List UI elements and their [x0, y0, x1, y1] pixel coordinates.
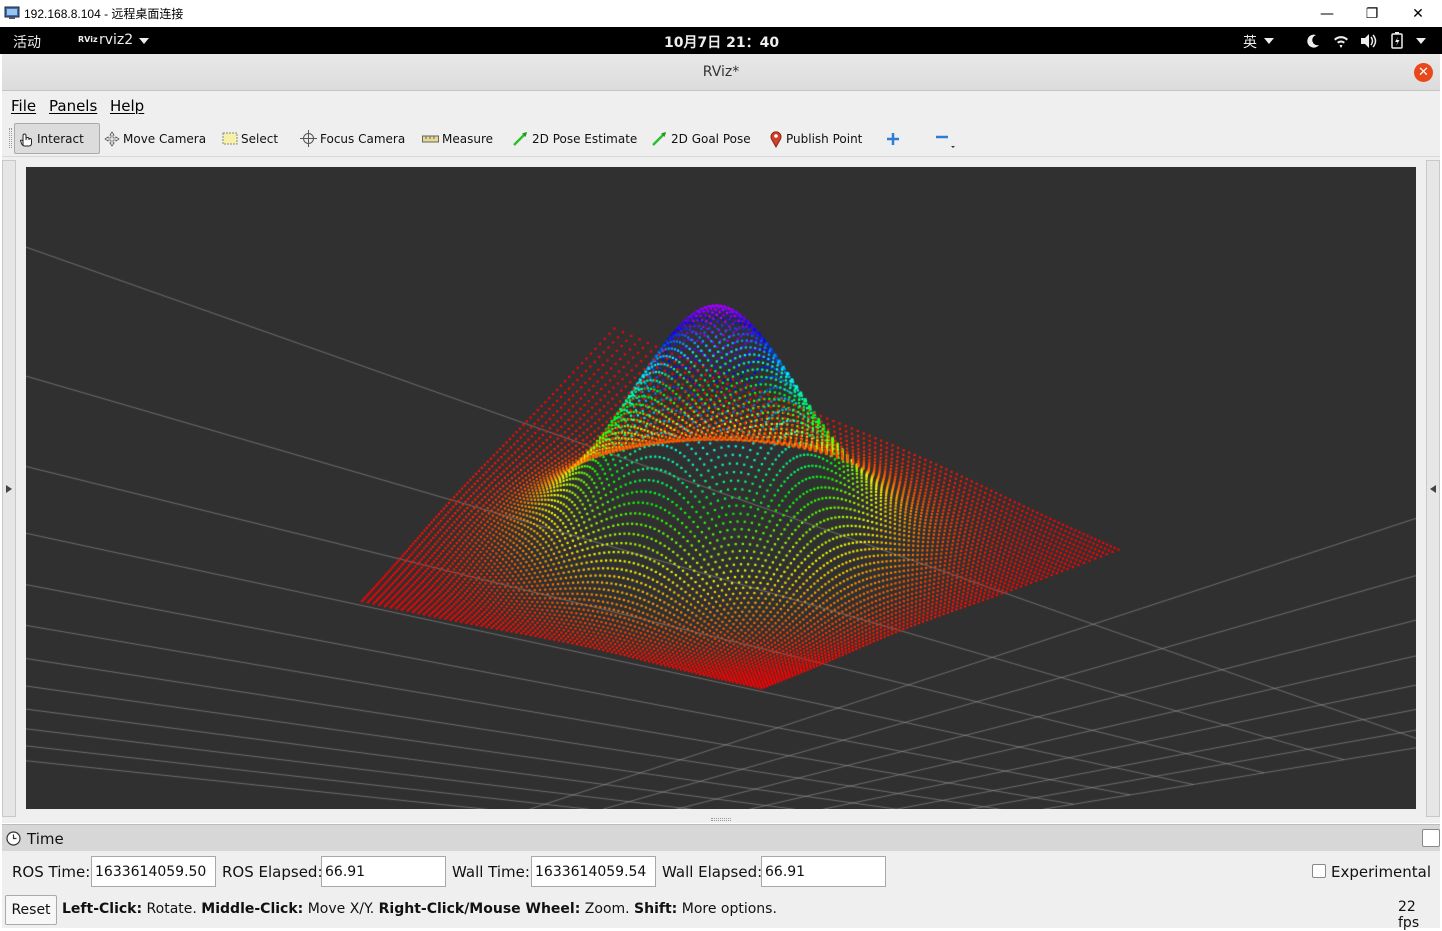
- rviz-title-bar: RViz* ✕: [2, 54, 1440, 91]
- pose-estimate-tool[interactable]: 2D Pose Estimate: [512, 123, 637, 154]
- rdp-close-button[interactable]: ✕: [1395, 0, 1441, 27]
- focus-camera-label: Focus Camera: [320, 131, 406, 146]
- ros-elapsed-label: ROS Elapsed:: [222, 863, 323, 881]
- hint-right-click-key: Right-Click/Mouse Wheel:: [378, 901, 581, 917]
- app-menu-button[interactable]: rviz2: [99, 32, 133, 48]
- move-arrows-icon: [104, 130, 120, 147]
- hint-left-click-key: Left-Click:: [62, 901, 143, 917]
- gnome-top-bar: 活动 RViz rviz2 10月7日 21：40 英: [0, 27, 1442, 54]
- menu-bar: File Panels Help: [2, 91, 1440, 120]
- ros-time-label: ROS Time:: [12, 863, 91, 881]
- panel-float-button[interactable]: [1422, 829, 1440, 847]
- interact-label: Interact: [37, 131, 84, 146]
- goal-pose-label: 2D Goal Pose: [671, 131, 751, 146]
- left-dock-collapse[interactable]: [2, 160, 16, 817]
- time-panel-title: Time: [27, 830, 64, 848]
- select-tool[interactable]: Select: [222, 123, 278, 154]
- night-light-icon[interactable]: [1305, 33, 1321, 49]
- select-box-icon: [222, 132, 238, 144]
- rdp-window-title: 192.168.8.104 - 远程桌面连接: [24, 7, 184, 21]
- focus-camera-tool[interactable]: Focus Camera: [300, 123, 405, 154]
- menu-help[interactable]: Help: [110, 97, 144, 115]
- remote-desktop-icon: [4, 6, 20, 19]
- green-arrow-icon: [652, 132, 666, 146]
- status-bar: Reset Left-Click: Rotate. Middle-Click: …: [2, 893, 1440, 931]
- reset-button[interactable]: Reset: [5, 895, 57, 925]
- plus-icon: [887, 132, 899, 145]
- rviz-app-icon: RViz: [78, 35, 98, 44]
- activities-button[interactable]: 活动: [13, 32, 41, 52]
- window-close-button[interactable]: ✕: [1414, 63, 1433, 82]
- time-panel: ROS Time: 1633614059.50 ROS Elapsed: 66.…: [2, 851, 1440, 893]
- publish-point-label: Publish Point: [786, 131, 863, 146]
- volume-icon[interactable]: [1360, 33, 1378, 49]
- wall-time-label: Wall Time:: [452, 863, 530, 881]
- move-camera-tool[interactable]: Move Camera: [104, 123, 206, 154]
- input-method-indicator[interactable]: 英: [1243, 32, 1257, 52]
- ros-elapsed-field[interactable]: 66.91: [321, 856, 446, 887]
- hint-shift-action: More options.: [681, 901, 777, 917]
- splitter-handle[interactable]: [711, 818, 731, 821]
- select-label: Select: [241, 131, 279, 146]
- menu-panels[interactable]: Panels: [49, 97, 97, 115]
- experimental-checkbox[interactable]: [1312, 864, 1326, 878]
- move-camera-label: Move Camera: [123, 131, 207, 146]
- map-pin-icon: [770, 130, 782, 148]
- ruler-icon: [422, 135, 439, 142]
- tools-toolbar: Interact Move Camera Select Focus Camera…: [2, 120, 1440, 157]
- wifi-icon[interactable]: [1333, 33, 1349, 49]
- hint-shift-key: Shift:: [634, 901, 678, 917]
- chevron-left-icon: [1430, 485, 1436, 493]
- ros-time-field[interactable]: 1633614059.50: [91, 856, 216, 887]
- chevron-down-icon: [139, 38, 149, 44]
- right-dock-collapse[interactable]: [1426, 160, 1440, 817]
- publish-point-tool[interactable]: Publish Point: [769, 123, 862, 154]
- point-cloud-canvas[interactable]: [26, 167, 1416, 809]
- experimental-label: Experimental: [1331, 863, 1432, 881]
- chevron-down-icon: [1416, 38, 1426, 44]
- remove-tool-button[interactable]: [934, 123, 959, 154]
- hint-left-click-action: Rotate.: [146, 901, 197, 917]
- restore-button[interactable]: ❐: [1349, 0, 1395, 27]
- minus-icon: [936, 135, 955, 148]
- wall-time-field[interactable]: 1633614059.54: [531, 856, 656, 887]
- minimize-button[interactable]: —: [1304, 0, 1350, 27]
- time-panel-header: Time: [2, 824, 1440, 851]
- interact-tool[interactable]: Interact: [14, 123, 100, 154]
- fps-counter: 22 fps: [1398, 899, 1420, 931]
- measure-tool[interactable]: Measure: [422, 123, 493, 154]
- chevron-down-icon: [1264, 38, 1274, 44]
- wall-elapsed-label: Wall Elapsed:: [662, 863, 763, 881]
- window-title: RViz*: [702, 64, 740, 80]
- clock-icon: [6, 831, 21, 846]
- green-arrow-icon: [513, 132, 527, 146]
- hint-right-click-action: Zoom.: [584, 901, 630, 917]
- pose-estimate-label: 2D Pose Estimate: [532, 131, 638, 146]
- hand-pointer-icon: [19, 132, 32, 146]
- battery-icon[interactable]: [1391, 32, 1403, 49]
- goal-pose-tool[interactable]: 2D Goal Pose: [651, 123, 751, 154]
- rdp-title-bar: 192.168.8.104 - 远程桌面连接 — ❐ ✕: [0, 0, 1442, 27]
- measure-label: Measure: [442, 131, 493, 146]
- menu-file[interactable]: File: [11, 97, 36, 115]
- wall-elapsed-field[interactable]: 66.91: [761, 856, 886, 887]
- mouse-hint-text: Left-Click: Rotate. Middle-Click: Move X…: [62, 901, 777, 917]
- add-tool-button[interactable]: [886, 123, 903, 154]
- hint-middle-click-key: Middle-Click:: [201, 901, 304, 917]
- chevron-right-icon: [6, 485, 12, 493]
- hint-middle-click-action: Move X/Y.: [307, 901, 375, 917]
- focus-crosshair-icon: [300, 130, 317, 147]
- 3d-render-view[interactable]: [26, 167, 1416, 809]
- clock[interactable]: 10月7日 21：40: [664, 32, 779, 52]
- toolbar-handle[interactable]: [9, 128, 12, 148]
